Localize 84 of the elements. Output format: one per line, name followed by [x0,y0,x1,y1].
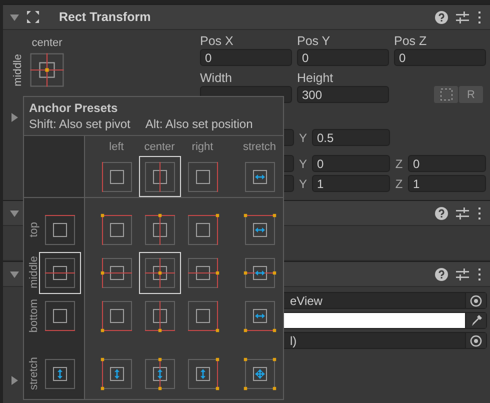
anchor-preset-icon [43,298,77,332]
anchor-preset-icon [186,212,220,246]
more-icon[interactable] [477,268,482,280]
row-label: stretch [28,356,39,390]
anchor-preset-icon [100,356,134,390]
anchor-preset-icon [242,298,276,332]
caret-icon[interactable] [10,208,19,218]
field-label: Height [297,70,334,86]
field-label: Pos X [200,33,234,49]
input-field[interactable]: 0 [200,49,292,66]
more-icon[interactable] [477,10,482,24]
field-value: eView [289,293,324,308]
help-icon[interactable] [435,10,448,24]
axis-label: Z [394,176,404,190]
anchor-preset-icon [100,256,134,290]
axis-label: Y [298,156,308,170]
target-icon[interactable] [470,294,482,306]
target-icon[interactable] [470,334,482,346]
row-label: bottom [28,298,39,332]
anchor-preset-icon [142,298,176,332]
field-value: l) [289,333,298,348]
anchor-preset-icon [142,256,176,290]
caret-icon[interactable] [10,12,19,22]
axis-label: Y [298,130,308,144]
anchor-preset-icon [100,298,134,332]
column-label: stretch [242,141,276,153]
hint-text: Shift: Also set pivot [29,116,130,132]
row-label: top [28,222,39,238]
input-field[interactable]: 1 [312,175,390,192]
anchor-label: center [32,37,62,49]
popup-title: Anchor Presets [29,101,119,116]
input-field[interactable]: 0.5 [312,129,390,146]
eyedropper-icon[interactable] [470,314,482,326]
field-label: Pos Z [394,33,428,49]
anchor-preset-icon [142,160,176,194]
axis-label: Y [298,176,308,190]
input-field[interactable]: 1 [408,175,486,192]
anchor-preset-icon [242,212,276,246]
component-header[interactable]: Rect Transform [3,4,490,30]
input-field[interactable]: 0 [408,155,486,172]
anchor-preset-button[interactable] [138,252,180,294]
blueprint-button[interactable] [434,86,458,103]
anchor-preset-icon [142,356,176,390]
anchor-preset-icon[interactable] [28,51,66,89]
sliders-icon[interactable] [456,10,469,24]
column-label: center [144,141,175,153]
anchor-preset-icon [142,212,176,246]
anchor-preset-icon [43,256,77,290]
caret-icon[interactable] [10,112,19,122]
anchor-label: middle [12,54,24,86]
row-label: middle [28,256,39,289]
anchor-preset-icon [100,160,134,194]
help-icon[interactable] [435,268,448,280]
sliders-icon[interactable] [456,268,469,280]
anchor-preset-icon [186,298,220,332]
anchor-preset-button[interactable] [138,156,180,197]
field-label: Width [200,70,233,86]
caret-icon[interactable] [10,376,19,384]
sliders-icon[interactable] [456,206,469,220]
input-field[interactable]: 0 [297,49,389,66]
anchor-preset-icon [100,212,134,246]
anchor-preset-icon [186,256,220,290]
move-arrows-icon [26,10,40,24]
input-field[interactable]: 0 [394,49,486,66]
anchor-preset-icon [43,356,77,390]
dashed-square-icon [440,88,452,101]
anchor-preset-icon [242,356,276,390]
anchor-preset-icon [186,356,220,390]
hint-text: Alt: Also set position [145,116,253,132]
help-icon[interactable] [435,206,448,220]
column-label: left [109,141,124,153]
input-field[interactable]: 0 [312,155,390,172]
anchor-preset-button[interactable] [39,252,81,294]
component-title: Rect Transform [59,10,151,24]
anchor-preset-icon [43,212,77,246]
input-field[interactable]: 300 [297,86,389,103]
column-label: right [192,141,214,153]
more-icon[interactable] [477,206,482,220]
anchor-preset-icon [186,160,220,194]
caret-icon[interactable] [10,270,19,278]
field-label: Pos Y [297,33,332,49]
anchor-preset-icon [242,256,276,290]
anchor-preset-icon [242,160,276,194]
axis-label: Z [394,156,404,170]
